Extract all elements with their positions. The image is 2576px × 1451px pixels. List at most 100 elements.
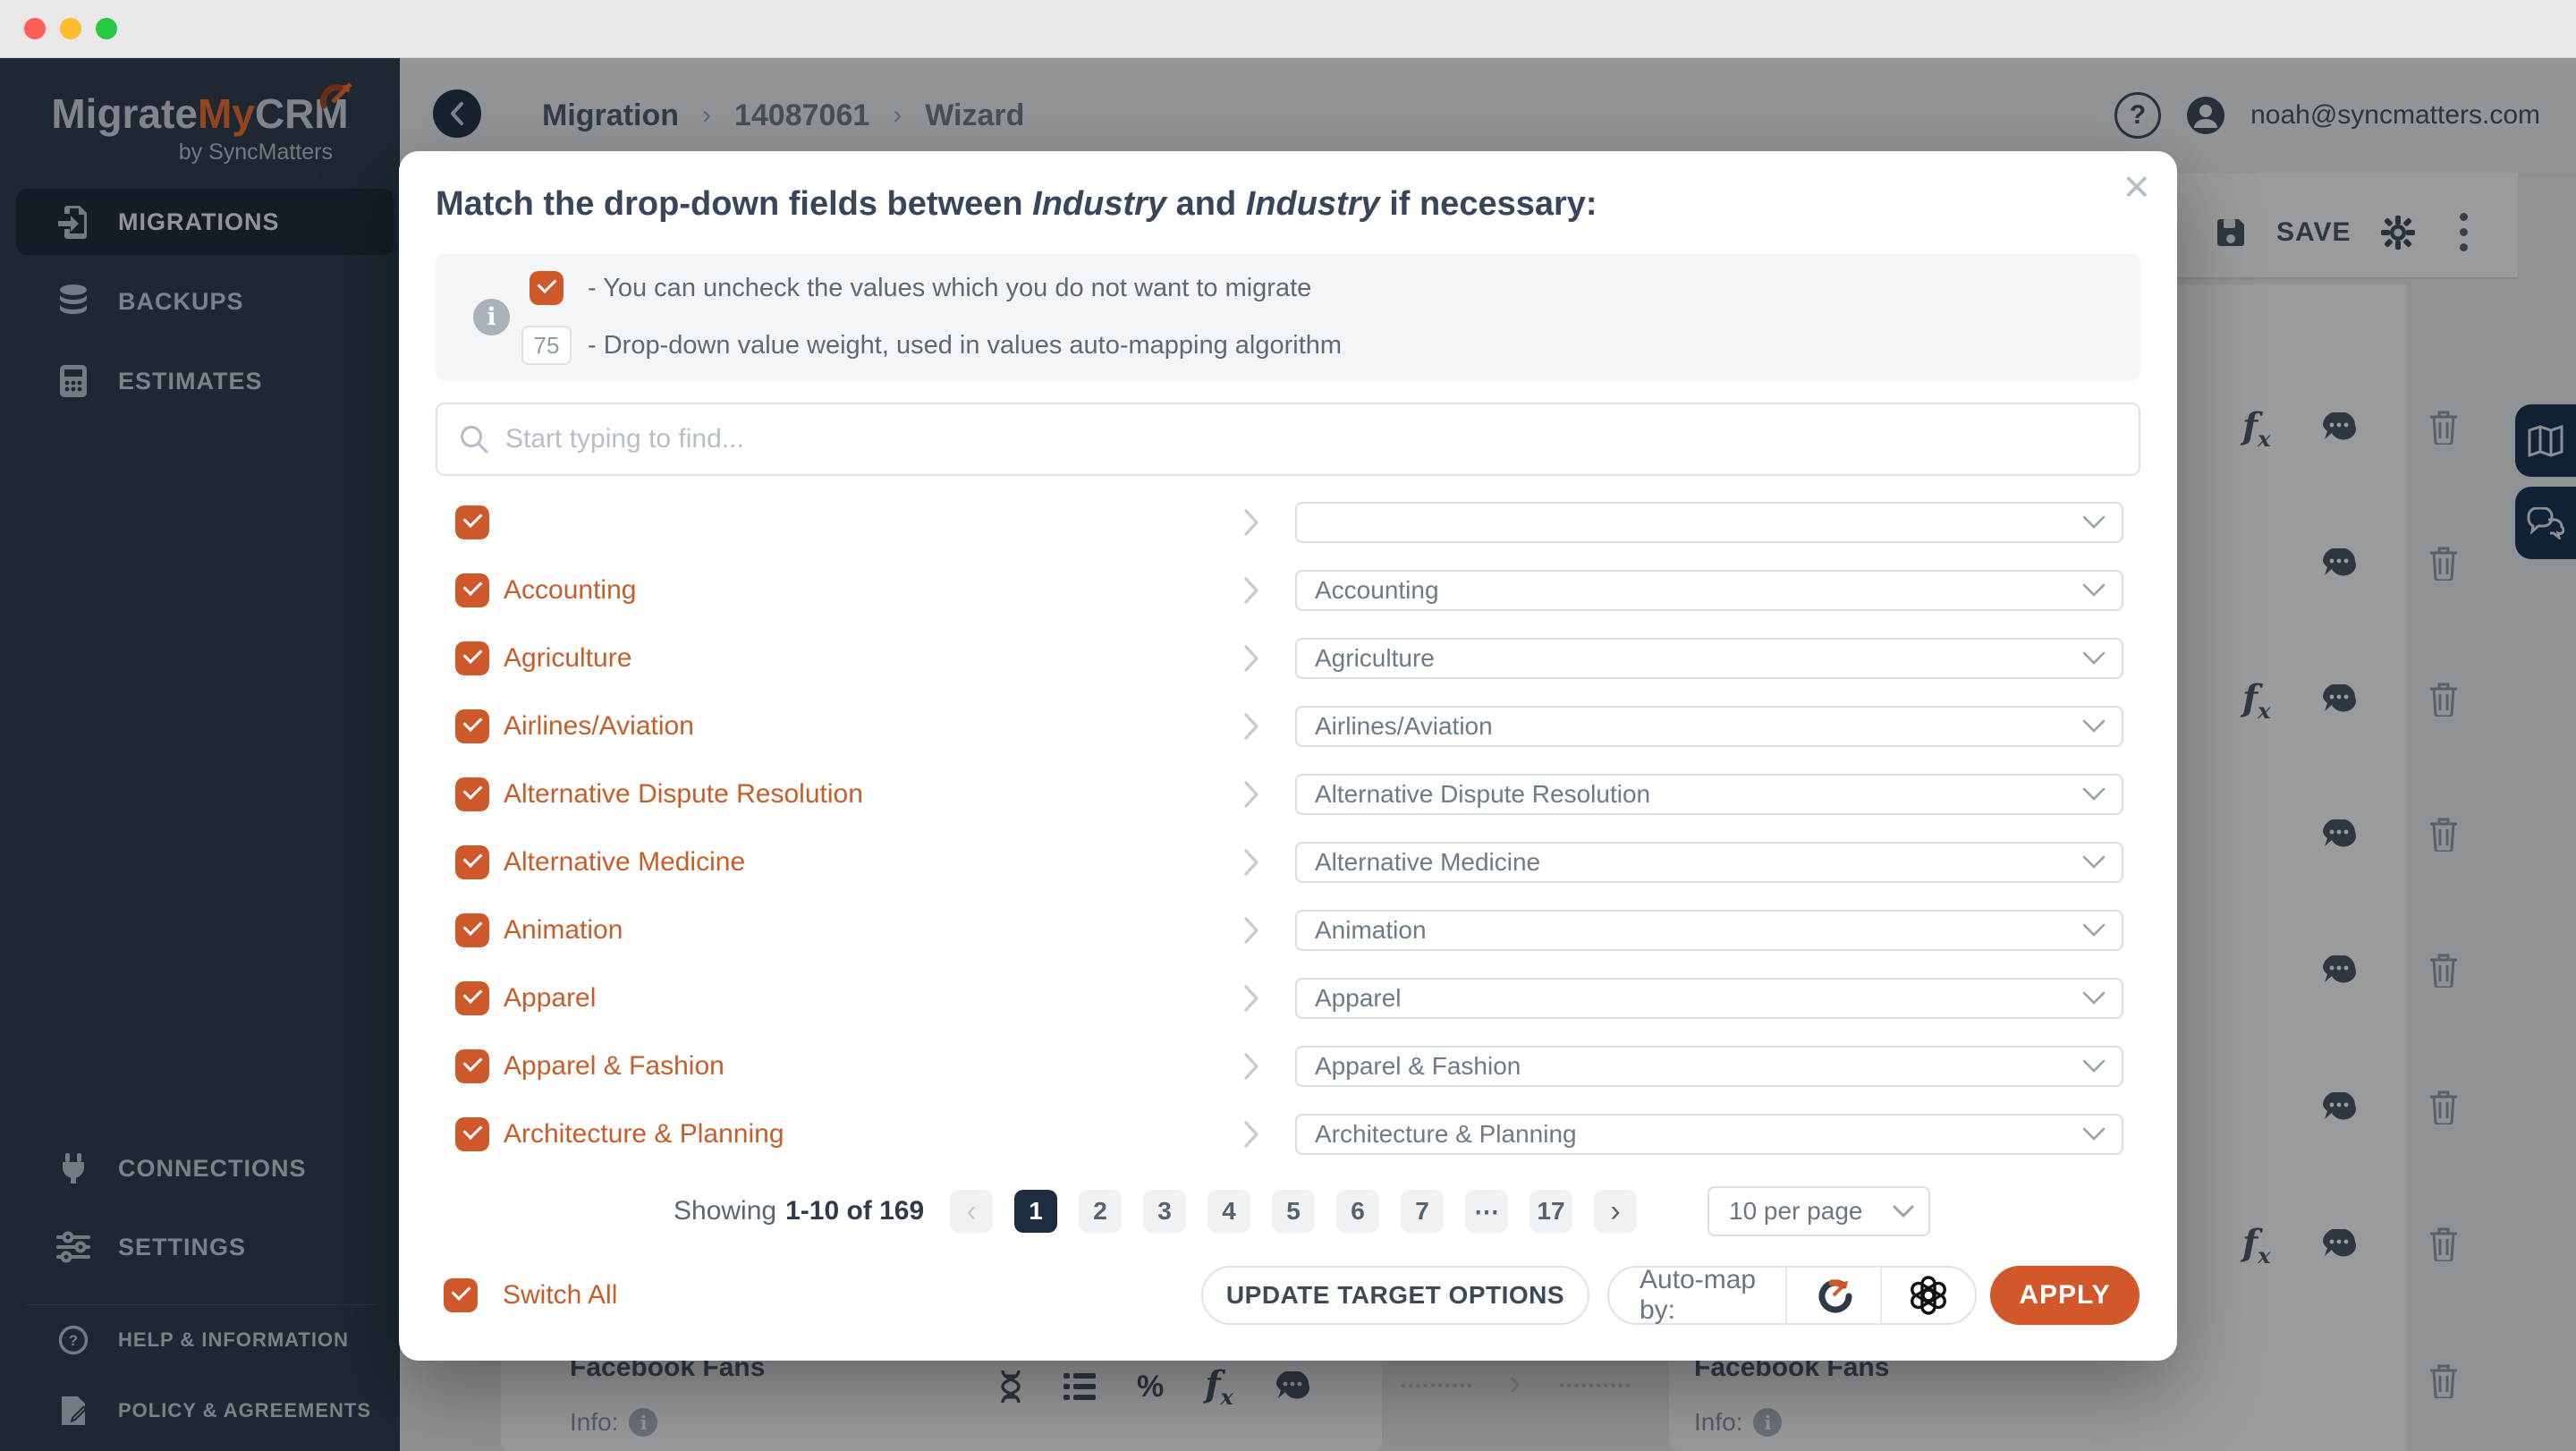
row-checkbox[interactable] bbox=[455, 641, 489, 675]
target-value-select[interactable]: Alternative Dispute Resolution bbox=[1295, 774, 2123, 815]
close-icon[interactable]: × bbox=[2123, 160, 2150, 214]
target-value-select[interactable]: Agriculture bbox=[1295, 638, 2123, 679]
source-value-label: Accounting bbox=[504, 556, 636, 624]
mapping-row: Apparel Apparel bbox=[436, 964, 2140, 1032]
automap-label: Auto-map by: bbox=[1609, 1268, 1785, 1323]
mapping-row: Apparel & Fashion Apparel & Fashion bbox=[436, 1032, 2140, 1100]
target-value-select[interactable]: Apparel bbox=[1295, 978, 2123, 1019]
screen: MigrateMyCRM by SyncMatters MIGRATIONS B… bbox=[0, 0, 2576, 1451]
target-value-select[interactable]: Airlines/Aviation bbox=[1295, 706, 2123, 747]
chevron-down-icon bbox=[2082, 515, 2106, 530]
weight-badge: 75 bbox=[521, 326, 572, 365]
row-checkbox[interactable] bbox=[455, 573, 489, 607]
chevron-down-icon bbox=[2082, 991, 2106, 1006]
mapping-row: Animation Animation bbox=[436, 896, 2140, 964]
target-value-select[interactable]: Apparel & Fashion bbox=[1295, 1046, 2123, 1087]
page-button-1[interactable]: 1 bbox=[1014, 1190, 1057, 1233]
source-value-label: Apparel bbox=[504, 964, 596, 1032]
info-box: i - You can uncheck the values which you… bbox=[436, 253, 2140, 381]
automap-ai-button[interactable] bbox=[1880, 1268, 1975, 1323]
chevron-down-icon bbox=[2082, 923, 2106, 938]
info-line1: - You can uncheck the values which you d… bbox=[588, 274, 1311, 303]
source-value-label: Architecture & Planning bbox=[504, 1100, 784, 1168]
chevron-down-icon bbox=[2082, 651, 2106, 666]
next-page-button[interactable]: › bbox=[1594, 1190, 1637, 1233]
search-input[interactable] bbox=[504, 423, 2139, 455]
arrow-right-icon bbox=[1242, 984, 1260, 1013]
mapping-row: Agriculture Agriculture bbox=[436, 624, 2140, 692]
target-value-select[interactable]: Accounting bbox=[1295, 570, 2123, 611]
target-value-select[interactable] bbox=[1295, 502, 2123, 543]
search-bar bbox=[436, 403, 2140, 476]
chevron-down-icon bbox=[1893, 1205, 1914, 1218]
switch-all-checkbox[interactable] bbox=[444, 1278, 478, 1312]
search-icon bbox=[459, 424, 489, 454]
info-line2: - Drop-down value weight, used in values… bbox=[588, 331, 1342, 361]
page-button-17[interactable]: 17 bbox=[1530, 1190, 1572, 1233]
arrow-right-icon bbox=[1242, 1052, 1260, 1081]
target-value-select[interactable]: Animation bbox=[1295, 910, 2123, 951]
row-checkbox[interactable] bbox=[455, 505, 489, 539]
source-value-label: Animation bbox=[504, 896, 623, 964]
row-checkbox[interactable] bbox=[455, 845, 489, 879]
mapping-row: Architecture & Planning Architecture & Pl… bbox=[436, 1100, 2140, 1168]
switch-all-label: Switch All bbox=[503, 1280, 617, 1311]
macos-titlebar bbox=[0, 0, 2576, 58]
page-button-7[interactable]: 7 bbox=[1401, 1190, 1444, 1233]
source-value-label: Apparel & Fashion bbox=[504, 1032, 724, 1100]
update-target-options-button[interactable]: UPDATE TARGET OPTIONS bbox=[1201, 1266, 1589, 1325]
gauge-icon bbox=[1814, 1276, 1853, 1315]
chevron-down-icon bbox=[2082, 787, 2106, 802]
arrow-right-icon bbox=[1242, 916, 1260, 945]
arrow-right-icon bbox=[1242, 644, 1260, 673]
chevron-down-icon bbox=[2082, 855, 2106, 870]
arrow-right-icon bbox=[1242, 508, 1260, 537]
row-checkbox[interactable] bbox=[455, 981, 489, 1015]
arrow-right-icon bbox=[1242, 1120, 1260, 1149]
switch-all[interactable]: Switch All bbox=[444, 1266, 617, 1325]
mapping-row: Airlines/AviationAirlines/Aviation bbox=[436, 692, 2140, 760]
openai-icon bbox=[1909, 1276, 1948, 1315]
info-sample-checkbox bbox=[530, 271, 564, 305]
row-checkbox[interactable] bbox=[455, 709, 489, 743]
chevron-down-icon bbox=[2082, 1059, 2106, 1073]
target-value-select[interactable]: Alternative Medicine bbox=[1295, 842, 2123, 883]
mapping-row: Alternative Dispute ResolutionAlternativ… bbox=[436, 760, 2140, 828]
row-checkbox[interactable] bbox=[455, 913, 489, 947]
chevron-down-icon bbox=[2082, 1127, 2106, 1141]
row-checkbox[interactable] bbox=[455, 777, 489, 811]
arrow-right-icon bbox=[1242, 576, 1260, 605]
row-checkbox[interactable] bbox=[455, 1049, 489, 1083]
automap-group: Auto-map by: bbox=[1607, 1266, 1977, 1325]
per-page-select[interactable]: 10 per page bbox=[1707, 1186, 1930, 1236]
page-button-3[interactable]: 3 bbox=[1143, 1190, 1186, 1233]
page-ellipsis: ⋯ bbox=[1465, 1190, 1508, 1233]
match-dropdown-modal: × Match the drop-down fields between Ind… bbox=[399, 151, 2177, 1361]
source-value-label: Alternative Medicine bbox=[504, 828, 745, 896]
info-icon: i bbox=[473, 299, 510, 335]
automap-gauge-button[interactable] bbox=[1785, 1268, 1880, 1323]
modal-footer: Switch All UPDATE TARGET OPTIONS Auto-ma… bbox=[436, 1266, 2140, 1325]
target-value-select[interactable]: Architecture & Planning bbox=[1295, 1114, 2123, 1155]
minimize-window-button[interactable] bbox=[60, 18, 81, 39]
chevron-down-icon bbox=[2082, 719, 2106, 734]
close-window-button[interactable] bbox=[24, 18, 46, 39]
mapping-row: Alternative Medicine Alternative Medicine bbox=[436, 828, 2140, 896]
zoom-window-button[interactable] bbox=[96, 18, 117, 39]
mapping-row bbox=[436, 488, 2140, 556]
source-value-label: Agriculture bbox=[504, 624, 631, 692]
page-button-6[interactable]: 6 bbox=[1336, 1190, 1379, 1233]
arrow-right-icon bbox=[1242, 712, 1260, 741]
row-checkbox[interactable] bbox=[455, 1117, 489, 1151]
mapping-row: Accounting Accounting bbox=[436, 556, 2140, 624]
modal-title: Match the drop-down fields between Indus… bbox=[436, 185, 1597, 224]
apply-button[interactable]: APPLY bbox=[1990, 1266, 2140, 1325]
page-button-5[interactable]: 5 bbox=[1272, 1190, 1315, 1233]
page-button-2[interactable]: 2 bbox=[1079, 1190, 1122, 1233]
chevron-down-icon bbox=[2082, 583, 2106, 598]
pagination: Showing1-10 of 169 ‹ 1234567 ⋯ 17 › 10 per p… bbox=[436, 1186, 2140, 1236]
showing-count: Showing1-10 of 169 bbox=[674, 1186, 924, 1236]
page-button-4[interactable]: 4 bbox=[1208, 1190, 1250, 1233]
prev-page-button[interactable]: ‹ bbox=[950, 1190, 993, 1233]
arrow-right-icon bbox=[1242, 780, 1260, 809]
